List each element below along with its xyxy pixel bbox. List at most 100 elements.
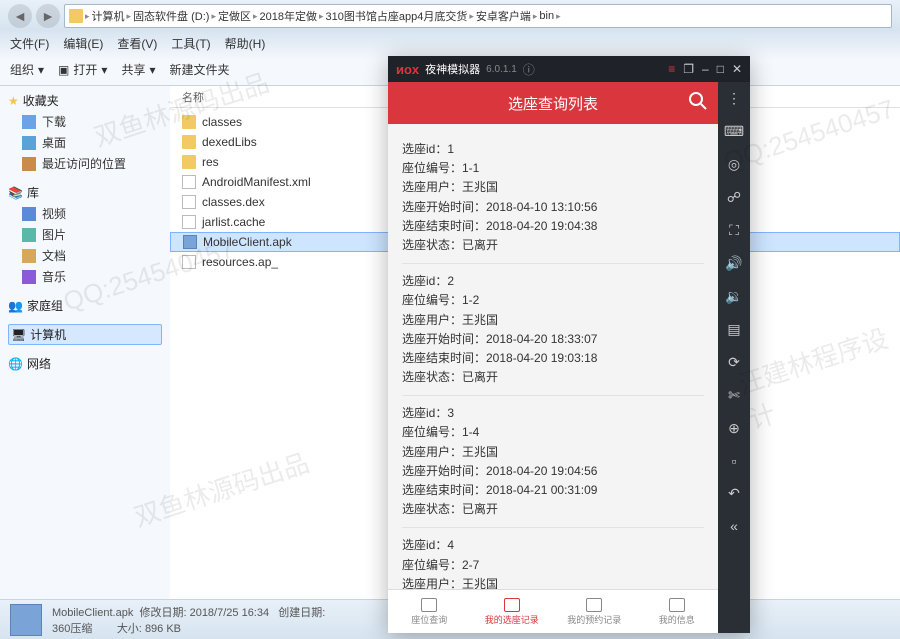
file-icon (182, 255, 196, 269)
record-state: 选座状态：已离开 (402, 368, 704, 387)
nav-fwd-button[interactable]: ► (36, 4, 60, 28)
nox-rotate-icon[interactable]: ⟳ (728, 354, 740, 371)
sidebar-item-pictures[interactable]: 图片 (8, 224, 162, 245)
nox-gamepad-icon[interactable]: ☍ (727, 189, 741, 206)
nav-back-button[interactable]: ◄ (8, 4, 32, 28)
record-id: 选座id：2 (402, 272, 704, 291)
nox-expand-icon[interactable]: « (730, 518, 738, 534)
search-icon[interactable] (688, 91, 708, 116)
record-start: 选座开始时间：2018-04-20 18:33:07 (402, 330, 704, 349)
record-state: 选座状态：已离开 (402, 500, 704, 519)
menu-edit[interactable]: 编辑(E) (63, 35, 103, 52)
nox-settings-icon[interactable]: ≡ (668, 62, 675, 76)
sidebar-libraries-head[interactable]: 📚 库 (8, 184, 162, 201)
app-bottom-tabs: 座位查询 我的选座记录 我的预约记录我的信息 (388, 589, 718, 633)
menu-view[interactable]: 查看(V) (117, 35, 157, 52)
tab-座位查询[interactable]: 座位查询 (388, 590, 471, 633)
nox-more-icon[interactable]: ⋮ (727, 90, 741, 107)
crumb[interactable]: 安卓客户端 (476, 8, 531, 24)
tool-organize[interactable]: 组织 ▾ (10, 61, 44, 78)
tool-open[interactable]: ▣ 打开 ▾ (58, 61, 107, 78)
tab-icon (586, 598, 602, 612)
record-seat: 座位编号：1-1 (402, 159, 704, 178)
nox-screenshot-icon[interactable]: ✄ (728, 387, 740, 404)
record-user: 选座用户：王兆国 (402, 178, 704, 197)
crumb[interactable]: 2018年定做 (260, 8, 317, 24)
record-start: 选座开始时间：2018-04-20 19:04:56 (402, 462, 704, 481)
nox-multi-icon[interactable]: ❐ (683, 62, 694, 76)
nox-location-icon[interactable]: ◎ (728, 156, 740, 173)
file-icon (182, 195, 196, 209)
file-icon (182, 215, 196, 229)
tab-label: 座位查询 (411, 613, 447, 626)
file-name: AndroidManifest.xml (202, 175, 311, 189)
crumb[interactable]: 计算机 (92, 8, 125, 24)
sidebar-item-video[interactable]: 视频 (8, 203, 162, 224)
record-start: 选座开始时间：2018-04-10 13:10:56 (402, 198, 704, 217)
sidebar-computer[interactable]: 🖥 计算机 (8, 324, 162, 345)
record-state: 选座状态：已离开 (402, 236, 704, 255)
nox-version: 6.0.1.1 (486, 64, 517, 75)
sidebar-network[interactable]: 🌐 网络 (8, 355, 162, 372)
tab-label: 我的选座记录 (485, 613, 539, 626)
file-name: dexedLibs (202, 135, 257, 149)
record-user: 选座用户：王兆国 (402, 443, 704, 462)
nox-volume-up-icon[interactable]: 🔊 (725, 255, 742, 272)
nox-back-icon[interactable]: ↶ (728, 485, 740, 502)
tool-newfolder[interactable]: 新建文件夹 (169, 61, 229, 78)
breadcrumb-box[interactable]: ▸ 计算机▸ 固态软件盘 (D:)▸ 定做区▸ 2018年定做▸ 310图书馆占… (64, 4, 892, 28)
nox-max-icon[interactable]: □ (717, 62, 724, 76)
nox-titlebar[interactable]: ᴎox 夜神模拟器 6.0.1.1 ⓘ ≡ ❐ – □ ✕ (388, 56, 750, 82)
address-bar: ◄ ► ▸ 计算机▸ 固态软件盘 (D:)▸ 定做区▸ 2018年定做▸ 310… (0, 0, 900, 32)
crumb[interactable]: 固态软件盘 (D:) (133, 8, 209, 24)
nox-fullscreen-icon[interactable]: ⛶ (729, 222, 739, 239)
seat-record[interactable]: 选座id：4座位编号：2-7选座用户：王兆国选座开始时间：2018-04-21 … (402, 528, 704, 589)
app-body[interactable]: 选座id：1座位编号：1-1选座用户：王兆国选座开始时间：2018-04-10 … (388, 124, 718, 589)
record-id: 选座id：3 (402, 404, 704, 423)
record-seat: 座位编号：2-7 (402, 556, 704, 575)
sidebar: ★收藏夹 下载 桌面 最近访问的位置 📚 库 视频 图片 文档 音乐 👥 家庭组… (0, 86, 170, 599)
nox-folder-icon[interactable]: ▫ (732, 453, 737, 469)
crumb[interactable]: bin (539, 10, 554, 22)
folder-icon (182, 135, 196, 149)
tab-我的预约记录[interactable]: 我的预约记录 (553, 590, 636, 633)
nox-keyboard-icon[interactable]: ⌨ (724, 123, 744, 140)
crumb[interactable]: 定做区 (218, 8, 251, 24)
seat-record[interactable]: 选座id：3座位编号：1-4选座用户：王兆国选座开始时间：2018-04-20 … (402, 396, 704, 528)
tool-share[interactable]: 共享 ▾ (121, 61, 155, 78)
sidebar-item-music[interactable]: 音乐 (8, 266, 162, 287)
record-user: 选座用户：王兆国 (402, 311, 704, 330)
menu-file[interactable]: 文件(F) (10, 35, 49, 52)
status-file-icon (10, 604, 42, 636)
file-name: res (202, 155, 219, 169)
record-seat: 座位编号：1-2 (402, 291, 704, 310)
seat-record[interactable]: 选座id：2座位编号：1-2选座用户：王兆国选座开始时间：2018-04-20 … (402, 264, 704, 396)
seat-record[interactable]: 选座id：1座位编号：1-1选座用户：王兆国选座开始时间：2018-04-10 … (402, 132, 704, 264)
file-name: MobileClient.apk (203, 235, 292, 249)
tab-我的选座记录[interactable]: 我的选座记录 (471, 590, 554, 633)
nox-close-icon[interactable]: ✕ (732, 62, 742, 76)
sidebar-favorites-head[interactable]: ★收藏夹 (8, 92, 162, 109)
nox-volume-down-icon[interactable]: 🔉 (725, 288, 742, 305)
menu-tools[interactable]: 工具(T) (171, 35, 210, 52)
tab-label: 我的信息 (659, 613, 695, 626)
nox-shake-icon[interactable]: ▤ (727, 321, 740, 338)
tab-我的信息[interactable]: 我的信息 (636, 590, 719, 633)
sidebar-item-desktop[interactable]: 桌面 (8, 132, 162, 153)
sidebar-item-documents[interactable]: 文档 (8, 245, 162, 266)
nox-apk-icon[interactable]: ⊕ (728, 420, 740, 437)
sidebar-item-downloads[interactable]: 下载 (8, 111, 162, 132)
nox-emulator-window[interactable]: ᴎox 夜神模拟器 6.0.1.1 ⓘ ≡ ❐ – □ ✕ 选座查询列表 选座i… (388, 56, 750, 633)
crumb[interactable]: 310图书馆占座app4月底交货 (326, 8, 468, 24)
sidebar-homegroup[interactable]: 👥 家庭组 (8, 297, 162, 314)
menu-help[interactable]: 帮助(H) (225, 35, 266, 52)
folder-icon (182, 115, 196, 129)
tab-icon (504, 598, 520, 612)
file-name: classes.dex (202, 195, 265, 209)
sidebar-item-recent[interactable]: 最近访问的位置 (8, 153, 162, 174)
status-filetype: 360压缩 (52, 623, 92, 635)
android-screen: 选座查询列表 选座id：1座位编号：1-1选座用户：王兆国选座开始时间：2018… (388, 82, 718, 633)
nox-min-icon[interactable]: – (702, 62, 709, 76)
menu-bar: 文件(F) 编辑(E) 查看(V) 工具(T) 帮助(H) (0, 32, 900, 54)
record-end: 选座结束时间：2018-04-20 19:04:38 (402, 217, 704, 236)
